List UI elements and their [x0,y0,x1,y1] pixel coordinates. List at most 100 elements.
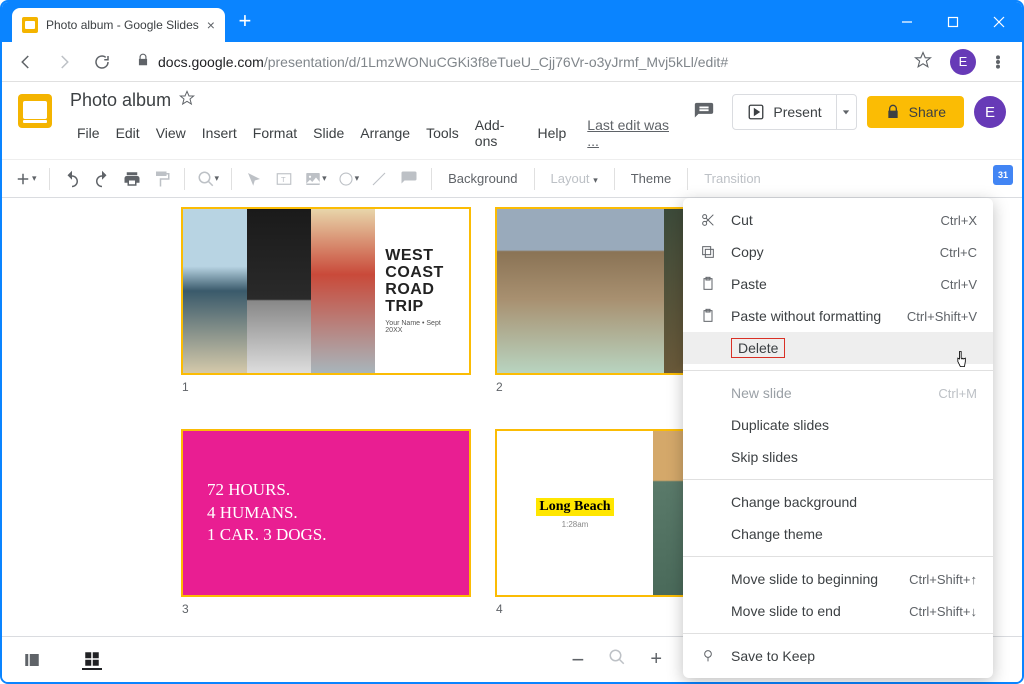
photo-placeholder [183,209,247,373]
slide1-title-line2: ROAD TRIP [385,282,459,316]
photo-placeholder [247,209,311,373]
ctx-move-slide-beginning[interactable]: Move slide to beginningCtrl+Shift+↑ [683,563,993,595]
slide-thumb-1[interactable]: WEST COAST ROAD TRIP Your Name • Sept 20… [182,208,470,374]
line-button[interactable] [365,165,393,193]
zoom-out-button[interactable]: − [571,647,584,673]
background-button[interactable]: Background [440,171,525,186]
star-document-button[interactable] [179,90,195,111]
paint-format-button[interactable] [148,165,176,193]
menubar: File Edit View Insert Format Slide Arran… [70,113,674,153]
comment-button[interactable] [395,165,423,193]
ctx-copy[interactable]: CopyCtrl+C [683,236,993,268]
account-avatar[interactable]: E [974,96,1006,128]
transition-button[interactable]: Transition [696,171,769,186]
calendar-addon-icon[interactable] [993,165,1013,185]
slide1-subtitle: Your Name • Sept 20XX [385,320,459,334]
zoom-fit-button[interactable] [608,648,626,671]
present-button[interactable]: Present [733,95,835,129]
cut-icon [699,212,717,228]
context-menu: CutCtrl+X CopyCtrl+C PasteCtrl+V Paste w… [683,198,993,678]
ctx-change-theme[interactable]: Change theme [683,518,993,550]
grid-view-button[interactable] [82,650,102,670]
share-button[interactable]: Share [867,96,964,128]
chrome-profile-avatar[interactable]: E [950,49,976,75]
slides-logo[interactable] [18,94,58,134]
side-panel [984,155,1022,185]
lock-icon [136,53,150,70]
chrome-menu-button[interactable] [982,46,1014,78]
menu-format[interactable]: Format [246,121,304,145]
menu-slide[interactable]: Slide [306,121,351,145]
window-titlebar: Photo album - Google Slides × + [2,2,1022,42]
ctx-change-background[interactable]: Change background [683,486,993,518]
window-maximize-button[interactable] [930,2,976,42]
ctx-separator [683,479,993,480]
zoom-button[interactable]: ▾ [193,165,224,193]
present-dropdown-button[interactable] [836,95,856,129]
shape-button[interactable]: ▾ [333,165,364,193]
comments-button[interactable] [686,94,722,130]
image-button[interactable]: ▾ [300,165,331,193]
copy-icon [699,244,717,260]
ctx-paste-without-formatting[interactable]: Paste without formattingCtrl+Shift+V [683,300,993,332]
slide4-label: Long Beach [536,498,613,516]
menu-view[interactable]: View [149,121,193,145]
menu-insert[interactable]: Insert [195,121,244,145]
print-button[interactable] [118,165,146,193]
filmstrip-view-button[interactable] [22,650,42,670]
ctx-save-to-keep[interactable]: Save to Keep [683,640,993,672]
photo-placeholder [311,209,375,373]
menu-addons[interactable]: Add-ons [468,113,529,153]
slide-number: 3 [182,602,470,616]
menu-tools[interactable]: Tools [419,121,466,145]
zoom-in-button[interactable]: + [650,648,662,671]
photo-placeholder [497,209,664,373]
window-close-button[interactable] [976,2,1022,42]
svg-text:T: T [281,175,286,184]
slide3-line2: 4 HUMANS. [207,502,469,525]
paste-plain-icon [699,308,717,324]
address-bar[interactable]: docs.google.com/presentation/d/1LmzWONuC… [124,47,944,77]
slides-favicon [22,17,38,33]
paste-icon [699,276,717,292]
new-slide-toolbar-button[interactable]: ▾ [10,165,41,193]
theme-button[interactable]: Theme [623,171,679,186]
tab-close-button[interactable]: × [207,17,215,33]
menu-help[interactable]: Help [530,121,573,145]
ctx-paste[interactable]: PasteCtrl+V [683,268,993,300]
menu-file[interactable]: File [70,121,107,145]
bookmark-star-icon[interactable] [914,51,932,72]
ctx-cut[interactable]: CutCtrl+X [683,204,993,236]
menu-edit[interactable]: Edit [109,121,147,145]
textbox-button[interactable]: T [270,165,298,193]
redo-button[interactable] [88,165,116,193]
slide4-time: 1:28am [562,520,589,529]
slide-thumb-3[interactable]: 72 HOURS. 4 HUMANS. 1 CAR. 3 DOGS. [182,430,470,596]
browser-tab[interactable]: Photo album - Google Slides × [12,8,225,42]
menu-arrange[interactable]: Arrange [353,121,417,145]
ctx-separator [683,633,993,634]
ctx-separator [683,370,993,371]
layout-button[interactable]: Layout ▾ [543,171,606,186]
window-minimize-button[interactable] [884,2,930,42]
reload-button[interactable] [86,46,118,78]
slide3-line1: 72 HOURS. [207,479,469,502]
undo-button[interactable] [58,165,86,193]
forward-button[interactable] [48,46,80,78]
select-tool-button[interactable] [240,165,268,193]
ctx-move-slide-end[interactable]: Move slide to endCtrl+Shift+↓ [683,595,993,627]
address-bar-row: docs.google.com/presentation/d/1LmzWONuC… [2,42,1022,82]
ctx-delete[interactable]: Delete [683,332,993,364]
document-title[interactable]: Photo album [70,90,171,111]
url-text: docs.google.com/presentation/d/1LmzWONuC… [158,54,906,70]
keep-icon [699,648,717,664]
ctx-skip-slides[interactable]: Skip slides [683,441,993,473]
slide3-line3: 1 CAR. 3 DOGS. [207,524,469,547]
docs-header: Photo album File Edit View Insert Format… [2,82,1022,153]
ctx-separator [683,556,993,557]
ctx-new-slide[interactable]: New slideCtrl+M [683,377,993,409]
back-button[interactable] [10,46,42,78]
new-tab-button[interactable]: + [231,8,259,36]
ctx-duplicate-slides[interactable]: Duplicate slides [683,409,993,441]
last-edit-link[interactable]: Last edit was ... [587,117,674,149]
